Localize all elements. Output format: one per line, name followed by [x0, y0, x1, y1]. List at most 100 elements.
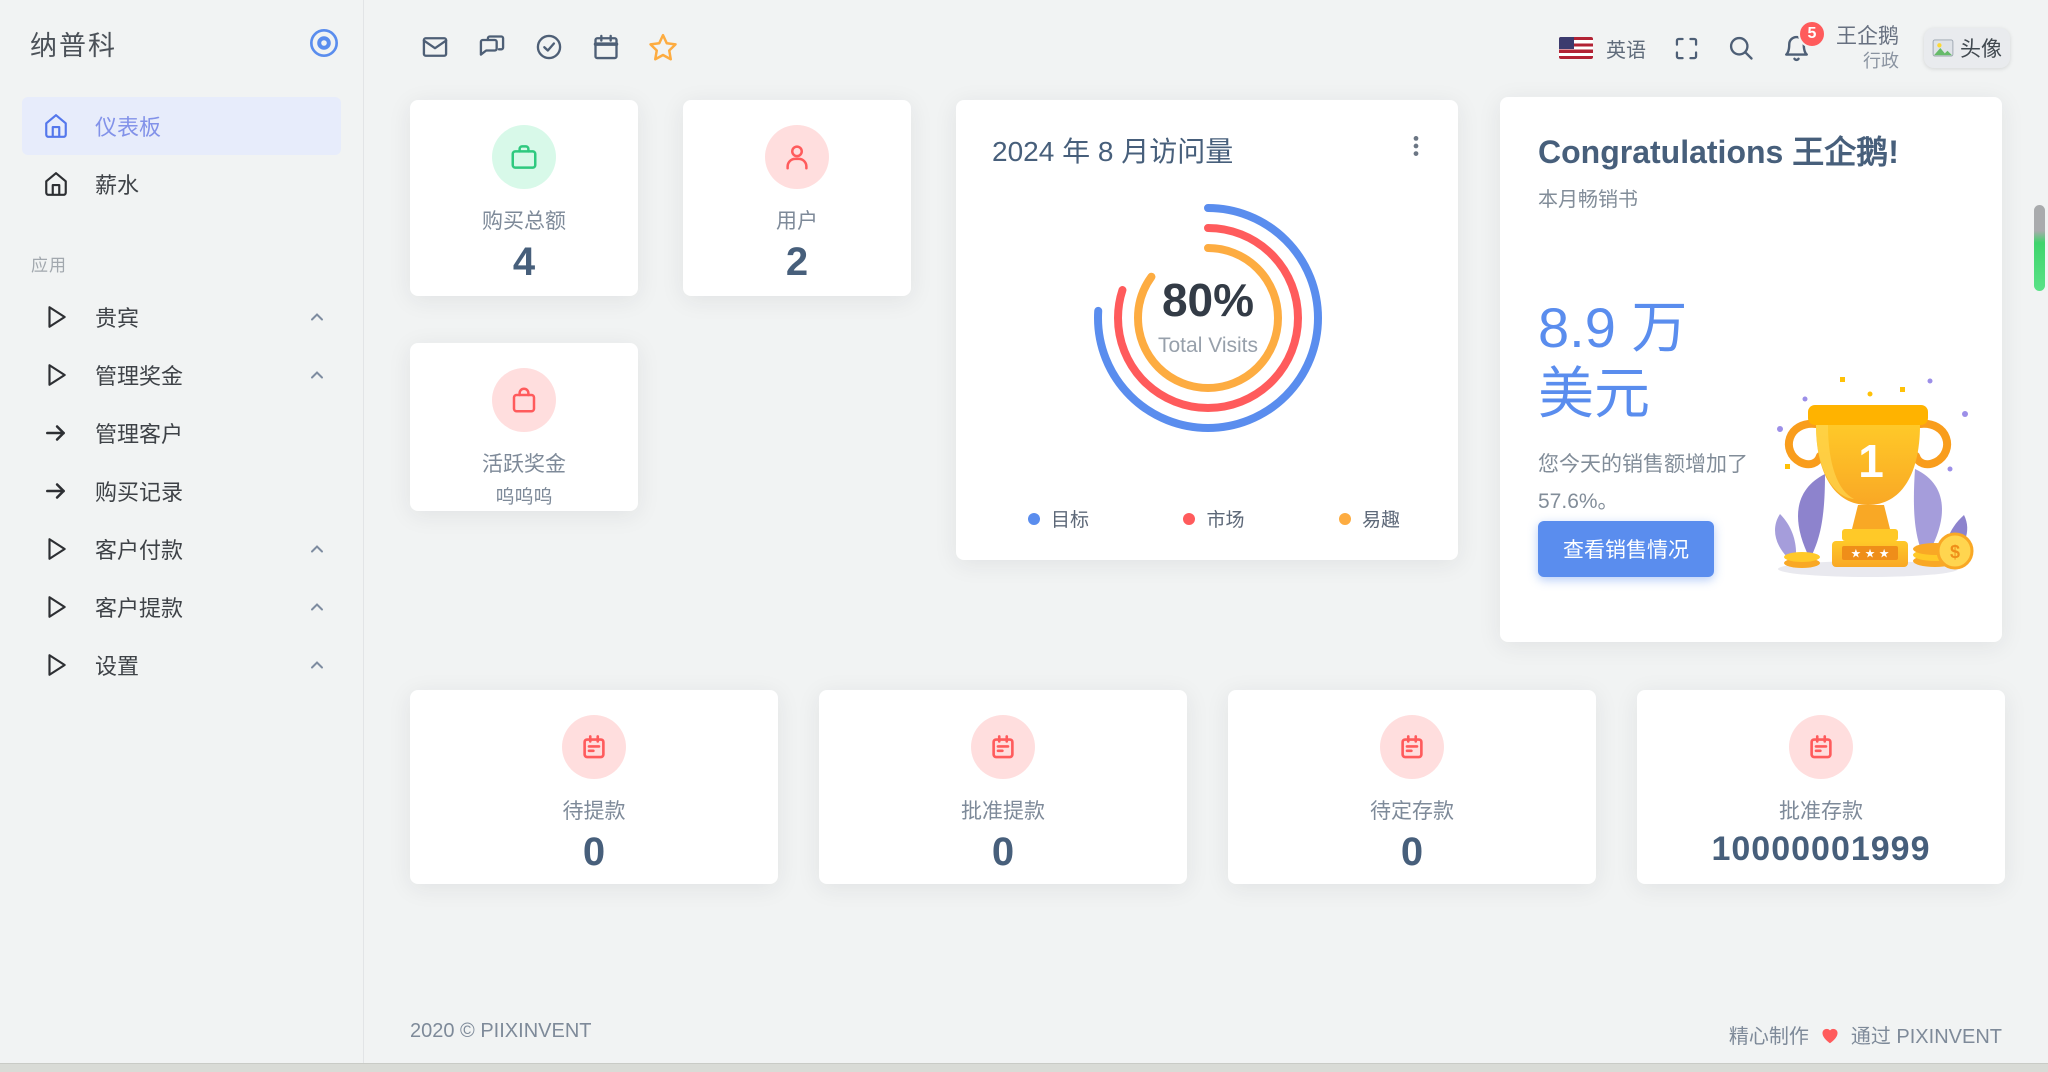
chevron-up-icon [307, 597, 327, 617]
trophy-rank: 1 [1858, 435, 1884, 487]
radial-bar-chart: 80% Total Visits [1048, 158, 1368, 478]
search-button[interactable] [1726, 33, 1756, 63]
footer-by: 通过 PIXINVENT [1851, 1020, 2002, 1049]
us-flag-icon [1559, 37, 1593, 59]
stat-icon-circle [492, 125, 556, 189]
mail-icon [421, 33, 449, 61]
legend-item-market[interactable]: 市场 [1183, 505, 1244, 532]
sidebar-item-label: 仪表板 [95, 110, 161, 142]
chevron-up-icon [307, 365, 327, 385]
arrow-right-icon [43, 478, 69, 504]
sidebar-item-salary[interactable]: 薪水 [22, 155, 341, 213]
calendar-note-icon [1397, 732, 1427, 762]
stat-icon-circle [1380, 715, 1444, 779]
chevron-up-icon [307, 307, 327, 327]
chart-center-label: Total Visits [1158, 334, 1258, 357]
legend-dot [1183, 513, 1195, 525]
stat-icon-circle [492, 368, 556, 432]
stat-label: 待定存款 [1370, 795, 1454, 825]
calendar-icon [592, 33, 620, 61]
sidebar-item-manage-customers[interactable]: 管理客户 [22, 404, 341, 462]
sidebar-item-label: 管理客户 [95, 417, 183, 449]
sidebar-item-settings[interactable]: 设置 [22, 636, 341, 694]
language-label: 英语 [1606, 34, 1646, 63]
chevron-up-icon [307, 539, 327, 559]
sidebar-item-dashboard[interactable]: 仪表板 [22, 97, 341, 155]
mail-shortcut-button[interactable] [420, 32, 450, 62]
svg-text:★ ★ ★: ★ ★ ★ [1851, 547, 1890, 561]
notifications-button[interactable]: 5 [1781, 33, 1811, 63]
language-selector[interactable]: 英语 [1559, 34, 1646, 63]
sidebar-item-customer-withdrawals[interactable]: 客户提款 [22, 578, 341, 636]
stat-card-total-purchases: 购买总额 4 [410, 100, 638, 296]
avatar[interactable]: 头像 [1924, 28, 2010, 68]
sidebar-item-label: 客户提款 [95, 591, 183, 623]
card-menu-button[interactable] [1398, 128, 1434, 164]
sidebar-item-manage-bonus[interactable]: 管理奖金 [22, 346, 341, 404]
stat-label: 批准存款 [1779, 795, 1863, 825]
calendar-note-icon [1806, 732, 1836, 762]
navbar-shortcuts [420, 32, 678, 62]
stat-card-active-bonus: 活跃奖金 呜呜呜 [410, 343, 638, 511]
sidebar-item-customer-payments[interactable]: 客户付款 [22, 520, 341, 578]
broken-image-icon [1932, 39, 1954, 57]
stat-card-pending-withdrawals: 待提款 0 [410, 690, 778, 884]
play-icon [43, 536, 69, 562]
congrats-title: Congratulations 王企鹅! [1538, 127, 1899, 173]
scrollbar-thumb[interactable] [2034, 205, 2045, 291]
navbar: 英语 5 王企鹅 行政 头像 [364, 0, 2048, 96]
brand-name[interactable]: 纳普科 [30, 24, 117, 63]
user-icon [782, 142, 812, 172]
favorites-shortcut-button[interactable] [648, 32, 678, 62]
stat-label: 活跃奖金 [482, 448, 566, 478]
svg-text:$: $ [1950, 542, 1960, 562]
legend-item-ebay[interactable]: 易趣 [1339, 505, 1400, 532]
stat-icon-circle [562, 715, 626, 779]
sidebar-item-vip[interactable]: 贵宾 [22, 288, 341, 346]
brand: 纳普科 [30, 22, 345, 64]
star-icon [648, 32, 678, 62]
sidebar-item-purchase-records[interactable]: 购买记录 [22, 462, 341, 520]
check-circle-icon [535, 33, 563, 61]
fullscreen-button[interactable] [1671, 33, 1701, 63]
congrats-subtitle: 本月畅销书 [1538, 183, 1638, 212]
heart-icon [1819, 1024, 1841, 1046]
play-icon [43, 304, 69, 330]
bottom-edge-strip [0, 1063, 2048, 1072]
briefcase-icon [509, 142, 539, 172]
legend-label: 目标 [1051, 505, 1089, 532]
user-menu[interactable]: 王企鹅 行政 [1836, 24, 1899, 73]
play-icon [43, 362, 69, 388]
view-sales-button[interactable]: 查看销售情况 [1538, 521, 1714, 577]
legend-label: 易趣 [1362, 505, 1400, 532]
stat-value: 0 [992, 830, 1014, 875]
chat-shortcut-button[interactable] [477, 32, 507, 62]
search-icon [1727, 34, 1755, 62]
legend-label: 市场 [1206, 505, 1244, 532]
home-icon [43, 113, 69, 139]
trophy-illustration: 1 ★ ★ ★ $ [1750, 359, 1990, 584]
footer-copyright: 2020 © PIIXINVENT [410, 1020, 591, 1043]
stat-value: 4 [513, 240, 535, 285]
tasks-shortcut-button[interactable] [534, 32, 564, 62]
sidebar-item-label: 设置 [95, 649, 139, 681]
sidebar-item-label: 购买记录 [95, 475, 183, 507]
stat-icon-circle [765, 125, 829, 189]
avatar-alt-text: 头像 [1960, 33, 2002, 63]
sidebar-item-label: 管理奖金 [95, 359, 183, 391]
legend-item-target[interactable]: 目标 [1028, 505, 1089, 532]
calendar-shortcut-button[interactable] [591, 32, 621, 62]
user-name: 王企鹅 [1836, 24, 1899, 50]
dashboard-page: 纳普科 仪表板 薪水 应用 贵宾 管理奖金 [0, 0, 2048, 1072]
congratulations-card: Congratulations 王企鹅! 本月畅销书 8.9 万 美元 您今天的… [1500, 97, 2002, 642]
sidebar-collapse-toggle[interactable] [303, 22, 345, 64]
stat-icon-circle [1789, 715, 1853, 779]
sidebar-item-label: 贵宾 [95, 301, 139, 333]
footer-made-with: 精心制作 [1729, 1020, 1809, 1049]
visits-chart-card: 2024 年 8 月访问量 80% Total Visits 目标 市场 [956, 100, 1458, 560]
stat-card-users: 用户 2 [683, 100, 911, 296]
play-icon [43, 652, 69, 678]
calendar-note-icon [988, 732, 1018, 762]
arrow-right-icon [43, 420, 69, 446]
legend-dot [1339, 513, 1351, 525]
